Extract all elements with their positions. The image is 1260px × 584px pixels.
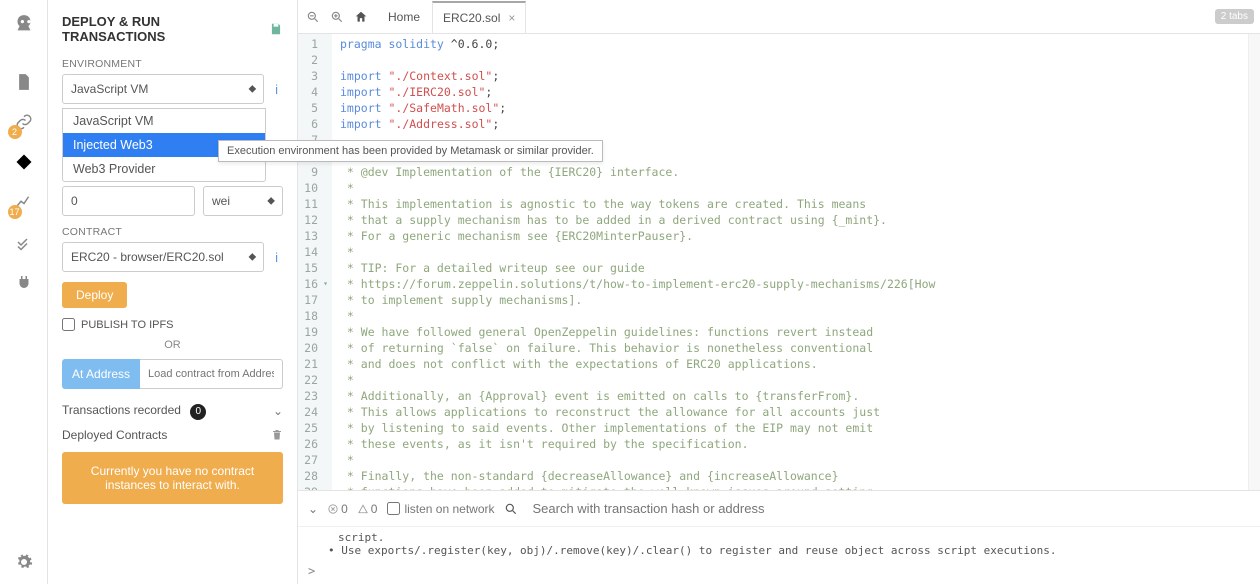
- badge: 17: [8, 205, 22, 219]
- env-option-jsvm[interactable]: JavaScript VM: [63, 109, 265, 133]
- contract-select[interactable]: [62, 242, 264, 272]
- search-icon[interactable]: [504, 502, 518, 516]
- console-line: script.: [338, 531, 1250, 544]
- code-editor[interactable]: 1234567891011121314151617181920212223242…: [298, 34, 1260, 490]
- info-icon[interactable]: i: [270, 250, 283, 265]
- icon-sidebar: 2 17: [0, 0, 48, 584]
- terminal-search-input[interactable]: [528, 497, 1250, 520]
- analytics-icon[interactable]: 17: [6, 184, 42, 220]
- plugin-link-icon[interactable]: 2: [6, 104, 42, 140]
- panel-title: DEPLOY & RUN TRANSACTIONS: [62, 14, 261, 44]
- deployed-contracts-label: Deployed Contracts: [62, 428, 167, 442]
- zoom-out-icon[interactable]: [306, 10, 328, 24]
- deploy-icon[interactable]: [6, 144, 42, 180]
- plug-icon[interactable]: [6, 264, 42, 300]
- transactions-recorded-label: Transactions recorded: [62, 403, 181, 417]
- remix-logo-icon[interactable]: [6, 8, 42, 44]
- settings-gear-icon[interactable]: [6, 544, 42, 580]
- tab-bar: Home ERC20.sol × 2 tabs: [298, 0, 1260, 34]
- environment-label: ENVIRONMENT: [62, 58, 283, 70]
- zoom-in-icon[interactable]: [330, 10, 352, 24]
- badge: 2: [8, 125, 22, 139]
- deploy-panel: DEPLOY & RUN TRANSACTIONS ENVIRONMENT ◆ …: [48, 0, 298, 584]
- at-address-button[interactable]: At Address: [62, 359, 140, 389]
- save-icon[interactable]: [269, 22, 283, 36]
- file-explorer-icon[interactable]: [6, 64, 42, 100]
- close-icon[interactable]: ×: [508, 11, 515, 25]
- value-input[interactable]: [62, 186, 195, 216]
- tx-count: 0: [190, 404, 206, 420]
- home-icon[interactable]: [354, 10, 376, 24]
- terminal-toggle-icon[interactable]: ⌄: [308, 502, 318, 516]
- file-tab-label: ERC20.sol: [443, 11, 500, 25]
- listen-network-checkbox[interactable]: [387, 502, 400, 515]
- publish-ipfs-checkbox[interactable]: [62, 318, 75, 331]
- value-unit-select[interactable]: [203, 186, 283, 216]
- listen-network-label: listen on network: [404, 502, 494, 516]
- file-tab[interactable]: ERC20.sol ×: [432, 1, 526, 33]
- tab-count-badge: 2 tabs: [1215, 9, 1254, 24]
- publish-label: PUBLISH TO IPFS: [81, 319, 174, 331]
- scrollbar[interactable]: [1248, 34, 1260, 490]
- error-count: 0: [328, 502, 348, 516]
- checkmark-icon[interactable]: [6, 224, 42, 260]
- environment-select[interactable]: [62, 74, 264, 104]
- terminal: ⌄ 0 0 listen on network: [298, 490, 1260, 584]
- environment-tooltip: Execution environment has been provided …: [218, 140, 603, 162]
- trash-icon[interactable]: [271, 429, 283, 441]
- no-instances-notice: Currently you have no contract instances…: [62, 452, 283, 504]
- or-label: OR: [62, 339, 283, 351]
- at-address-input[interactable]: [140, 359, 283, 389]
- warn-count: 0: [358, 502, 378, 516]
- contract-label: CONTRACT: [62, 226, 283, 238]
- deploy-button[interactable]: Deploy: [62, 282, 127, 308]
- home-tab[interactable]: Home: [378, 10, 430, 24]
- chevron-down-icon[interactable]: ⌄: [273, 404, 283, 418]
- terminal-prompt[interactable]: >: [298, 564, 1260, 584]
- console-line: Use exports/.register(key, obj)/.remove(…: [328, 544, 1250, 557]
- info-icon[interactable]: i: [270, 82, 283, 97]
